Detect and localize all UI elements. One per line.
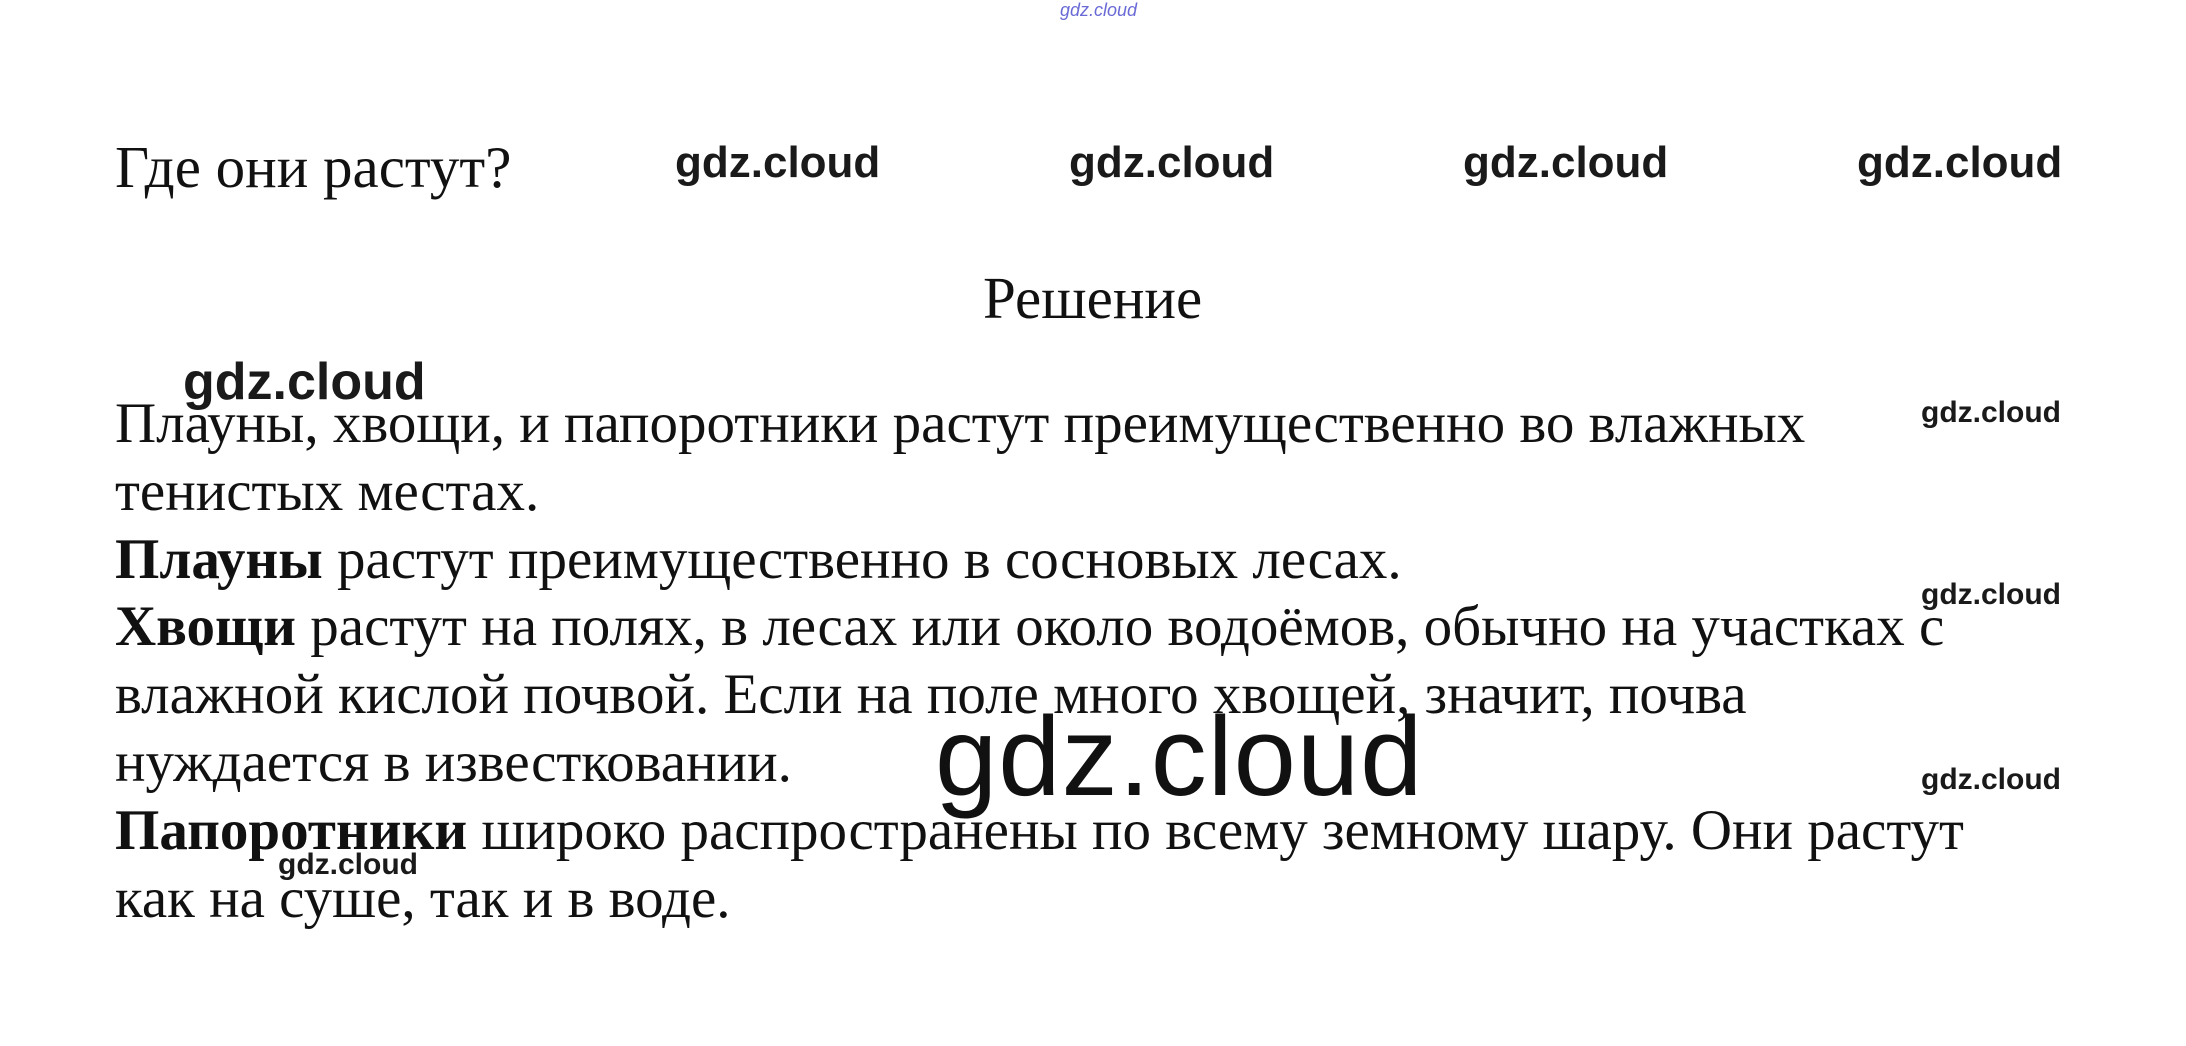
watermark: gdz.cloud xyxy=(1857,138,2063,187)
watermark-top: gdz.cloud xyxy=(1060,0,1138,20)
watermark: gdz.cloud xyxy=(1069,138,1275,187)
question-text: Где они растут? xyxy=(115,134,512,200)
watermark: gdz.cloud xyxy=(1921,763,2061,796)
answer-line: Плауны, хвощи, и папоротники растут преи… xyxy=(115,392,1806,455)
answer-line: тенистых местах. xyxy=(115,459,540,523)
answer-line: Хвощи растут на полях, в лесах или около… xyxy=(115,593,2125,661)
watermark: gdz.cloud xyxy=(278,848,418,881)
term-horsetails: Хвощи xyxy=(115,595,297,659)
answer-line: Плауны растут преимущественно в сосновых… xyxy=(115,526,2125,594)
answer-span: растут преимущественно в сосновых лесах. xyxy=(322,527,1402,591)
watermark: gdz.cloud xyxy=(1463,138,1669,187)
watermark: gdz.cloud xyxy=(675,138,881,187)
answer-span: растут на полях, в лесах или около водоё… xyxy=(296,595,1945,659)
watermark-large: gdz.cloud xyxy=(935,694,1424,819)
watermark: gdz.cloud xyxy=(1921,578,2061,611)
watermark: gdz.cloud xyxy=(1921,396,2061,429)
term-lycopods: Плауны xyxy=(115,527,323,591)
solution-heading: Решение xyxy=(983,265,1203,331)
